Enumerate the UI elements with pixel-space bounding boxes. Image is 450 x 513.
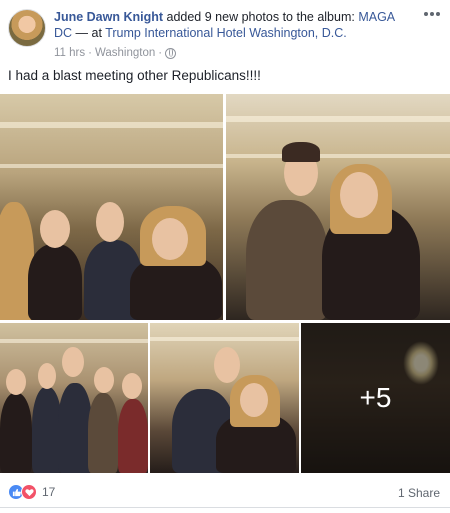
post-meta: 11 hrs · Washington · xyxy=(54,47,177,59)
face xyxy=(340,172,378,218)
ceiling-beam xyxy=(0,122,223,128)
ceiling-beam xyxy=(150,337,299,341)
photo-3[interactable] xyxy=(0,323,148,473)
photo-2[interactable] xyxy=(226,94,450,320)
avatar[interactable] xyxy=(8,9,46,47)
dot-icon xyxy=(436,12,440,16)
ceiling-beam xyxy=(0,164,223,168)
share-count-link[interactable]: 1 Share xyxy=(398,486,440,500)
more-photos-count: +5 xyxy=(359,382,392,413)
location-separator: — at xyxy=(72,26,106,40)
post-footer: 17 1 Share xyxy=(0,478,450,508)
face xyxy=(38,363,56,389)
person xyxy=(0,393,32,473)
place-label[interactable]: Washington xyxy=(95,47,155,59)
meta-dot: · xyxy=(158,47,163,59)
author-link[interactable]: June Dawn Knight xyxy=(54,10,163,24)
more-photos-overlay[interactable]: +5 xyxy=(301,323,450,473)
face xyxy=(62,347,84,377)
reactions[interactable]: 17 xyxy=(8,484,55,500)
ceiling-beam xyxy=(0,339,148,343)
face xyxy=(152,218,188,260)
reaction-count: 17 xyxy=(42,485,56,499)
dot-icon xyxy=(430,12,434,16)
location-link[interactable]: Trump International Hotel Washington, D.… xyxy=(105,26,347,40)
face xyxy=(94,367,114,393)
post-header: June Dawn Knight added 9 new photos to t… xyxy=(0,0,450,66)
face xyxy=(240,383,268,417)
person xyxy=(118,399,148,473)
person xyxy=(88,393,118,473)
person xyxy=(282,142,320,162)
timestamp[interactable]: 11 hrs xyxy=(54,47,85,59)
globe-icon[interactable] xyxy=(165,47,177,59)
face xyxy=(214,347,240,383)
photo-5[interactable]: +5 xyxy=(301,323,450,473)
action-text: added 9 new photos to the album: xyxy=(163,10,359,24)
dot-icon xyxy=(424,12,428,16)
photo-1[interactable] xyxy=(0,94,223,320)
face xyxy=(40,210,70,248)
photo-4[interactable] xyxy=(150,323,299,473)
post-headline: June Dawn Knight added 9 new photos to t… xyxy=(54,9,414,41)
more-options-button[interactable] xyxy=(422,7,442,21)
person xyxy=(28,244,82,320)
ceiling-beam xyxy=(226,116,450,122)
divider xyxy=(0,507,450,508)
love-icon xyxy=(21,484,37,500)
face xyxy=(122,373,142,399)
person xyxy=(58,383,92,473)
face xyxy=(96,202,124,242)
post-body: I had a blast meeting other Republicans!… xyxy=(8,68,261,83)
meta-dot: · xyxy=(88,47,92,59)
person xyxy=(246,200,328,320)
face xyxy=(6,369,26,395)
ceiling-beam xyxy=(226,154,450,158)
